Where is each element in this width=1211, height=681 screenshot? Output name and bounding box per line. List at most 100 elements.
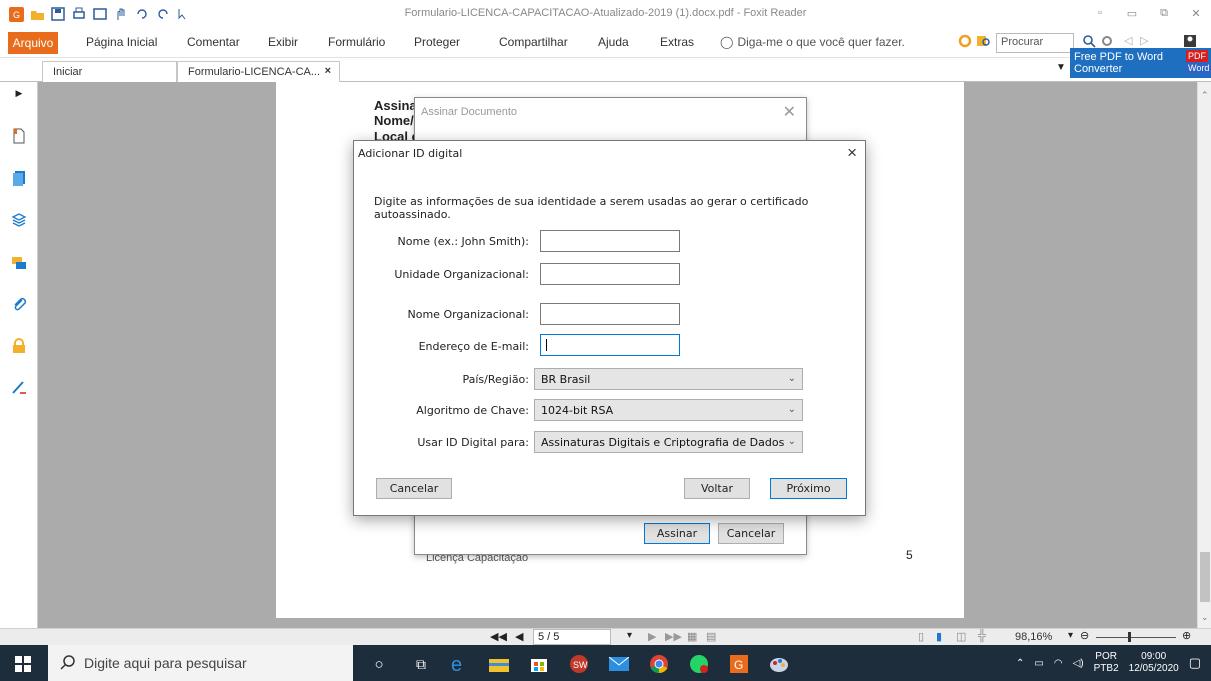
svg-text:G: G [734, 658, 743, 672]
zoom-slider-thumb[interactable] [1128, 632, 1131, 642]
algorithm-select[interactable]: 1024-bit RSA ⌄ [534, 399, 803, 421]
taskbar-search-input[interactable]: Digite aqui para pesquisar [48, 645, 353, 681]
free-pdf-to-word-promo[interactable]: Free PDF to Word Converter PDF Word [1070, 48, 1211, 78]
tray-expand-icon[interactable]: ⌃ [1016, 658, 1024, 669]
name-input[interactable] [540, 230, 680, 252]
search-input[interactable]: Procurar [996, 33, 1074, 53]
zoom-in-icon[interactable]: ⊕ [1182, 629, 1191, 642]
tab-document[interactable]: Formulario-LICENCA-CA... × [177, 61, 340, 82]
store-icon[interactable] [528, 653, 550, 675]
tell-me-text: Diga-me o que você quer fazer. [737, 35, 905, 49]
battery-icon[interactable]: ▭ [1034, 658, 1043, 669]
tab-list-dropdown-icon[interactable]: ▼ [1056, 62, 1066, 73]
tab-ajuda[interactable]: Ajuda [598, 35, 629, 49]
settings-icon[interactable] [1100, 34, 1114, 48]
single-page-view-icon[interactable]: ▯ [918, 630, 924, 643]
prev-result-icon[interactable]: ◁ [1124, 34, 1132, 47]
ribbon-options-icon[interactable]: ▫ [1091, 4, 1109, 22]
tab-proteger[interactable]: Proteger [414, 35, 460, 49]
page-thumbnail-icon[interactable] [10, 127, 28, 145]
status-bar: ◀◀ ◀ 5 / 5 ▾ ▶ ▶▶ ▦ ▤ ▯ ▮ ◫ ╬ 98,16% ▾ ⊖… [0, 628, 1211, 645]
edge-icon[interactable]: e [448, 653, 470, 675]
close-window-button[interactable]: ✕ [1187, 4, 1205, 22]
first-page-icon[interactable]: ◀◀ [490, 630, 507, 643]
tab-pagina-inicial[interactable]: Página Inicial [86, 35, 157, 49]
notifications-icon[interactable]: ▢ [1189, 655, 1201, 671]
promo-badge-pdf: PDF [1186, 50, 1208, 62]
volume-icon[interactable]: ◁) [1073, 658, 1084, 669]
mail-icon[interactable] [608, 653, 630, 675]
usage-select[interactable]: Assinaturas Digitais e Criptografia de D… [534, 431, 803, 453]
cortana-icon[interactable]: ○ [368, 653, 390, 675]
sign-button[interactable]: Assinar [644, 523, 710, 544]
tab-exibir[interactable]: Exibir [268, 35, 298, 49]
file-explorer-icon[interactable] [488, 653, 510, 675]
tab-comentar[interactable]: Comentar [187, 35, 240, 49]
sign-cancel-button[interactable]: Cancelar [718, 523, 784, 544]
notification-icon[interactable] [958, 34, 972, 48]
vertical-scrollbar[interactable]: ⌃ ⌄ [1197, 82, 1211, 628]
page-view-icon[interactable]: ▦ [687, 630, 697, 643]
tab-extras[interactable]: Extras [660, 35, 694, 49]
lock-icon[interactable] [10, 337, 28, 355]
page-dropdown-icon[interactable]: ▾ [627, 630, 632, 641]
next-button[interactable]: Próximo [770, 478, 847, 499]
scroll-down-icon[interactable]: ⌄ [1201, 612, 1209, 623]
app-sw-icon[interactable]: SW [568, 653, 590, 675]
split-view-icon[interactable]: ╬ [978, 630, 986, 642]
tab-compartilhar[interactable]: Compartilhar [499, 35, 568, 49]
next-page-icon[interactable]: ▶ [648, 630, 656, 643]
whatsapp-icon[interactable] [688, 653, 710, 675]
search-icon[interactable] [1082, 34, 1096, 48]
layers-icon[interactable] [10, 212, 28, 230]
expand-panel-icon[interactable]: ▶ [10, 84, 28, 102]
tab-iniciar-label: Iniciar [53, 66, 83, 78]
prev-page-icon[interactable]: ◀ [515, 630, 523, 643]
comments-icon[interactable] [10, 254, 28, 272]
chrome-icon[interactable] [648, 653, 670, 675]
country-select[interactable]: BR Brasil ⌄ [534, 368, 803, 390]
facing-view-icon[interactable]: ◫ [956, 630, 966, 643]
email-input[interactable] [540, 334, 680, 356]
tab-iniciar[interactable]: Iniciar [42, 61, 177, 82]
windows-start-icon[interactable] [12, 653, 34, 675]
minimize-button[interactable]: ▭ [1123, 4, 1141, 22]
foxit-reader-icon[interactable]: G [728, 653, 750, 675]
paint-icon[interactable] [768, 653, 790, 675]
tab-formulario[interactable]: Formulário [328, 35, 385, 49]
language-indicator[interactable]: POR PTB2 [1094, 651, 1119, 675]
tell-me-box[interactable]: ◯ Diga-me o que você quer fazer. [720, 35, 905, 49]
zoom-dropdown-icon[interactable]: ▾ [1068, 630, 1073, 641]
org-name-input[interactable] [540, 303, 680, 325]
zoom-out-icon[interactable]: ⊖ [1080, 629, 1089, 642]
user-account-icon[interactable] [1182, 33, 1198, 49]
ribbon-tabs: Arquivo Página Inicial Comentar Exibir F… [0, 28, 1211, 58]
zoom-slider[interactable] [1096, 637, 1176, 638]
dialog-close-icon[interactable]: × [847, 143, 857, 163]
back-button[interactable]: Voltar [684, 478, 750, 499]
two-page-icon[interactable]: ▤ [706, 630, 716, 643]
svg-text:e: e [451, 654, 462, 674]
scroll-up-icon[interactable]: ⌃ [1201, 90, 1209, 101]
search-icon [60, 654, 76, 670]
clock[interactable]: 09:00 12/05/2020 [1129, 651, 1179, 675]
keyboard-layout: PTB2 [1093, 663, 1119, 674]
task-view-icon[interactable]: ⧉ [410, 653, 432, 675]
last-page-icon[interactable]: ▶▶ [665, 630, 682, 643]
find-icon[interactable] [976, 34, 992, 48]
next-result-icon[interactable]: ▷ [1140, 34, 1148, 47]
continuous-view-icon[interactable]: ▮ [936, 630, 942, 643]
pages-icon[interactable] [10, 169, 28, 187]
zoom-level[interactable]: 98,16% [1015, 631, 1052, 643]
scroll-thumb[interactable] [1200, 552, 1210, 602]
wifi-icon[interactable]: ◠ [1054, 658, 1063, 669]
cancel-button[interactable]: Cancelar [376, 478, 452, 499]
close-tab-icon[interactable]: × [325, 65, 331, 77]
org-unit-input[interactable] [540, 263, 680, 285]
sign-dialog-close-icon[interactable]: ✕ [783, 102, 796, 122]
signature-icon[interactable] [10, 378, 28, 396]
restore-button[interactable]: ⧉ [1155, 4, 1173, 22]
tab-arquivo[interactable]: Arquivo [8, 32, 58, 54]
page-number-input[interactable]: 5 / 5 [533, 629, 611, 645]
attachment-icon[interactable] [10, 295, 28, 313]
